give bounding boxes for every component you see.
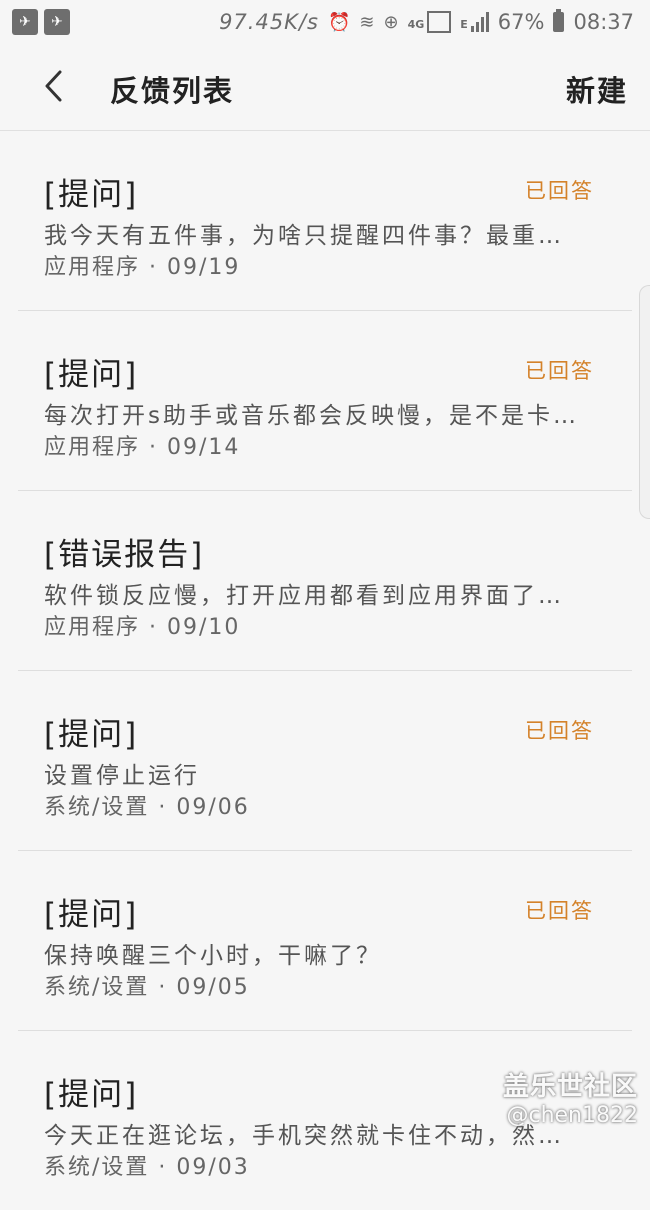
status-badge: 已回答 [525,179,594,203]
feedback-text: 每次打开s助手或音乐都会反映慢，是不是卡… [44,403,579,429]
feedback-text: 保持唤醒三个小时，干嘛了？ [44,943,382,969]
feedback-meta: 应用程序 · 09/19 [44,255,241,280]
feedback-text: 我今天有五件事，为啥只提醒四件事？最重… [44,223,564,249]
alarm-icon: ⏰ [327,11,351,33]
feedback-text: 软件锁反应慢，打开应用都看到应用界面了… [44,583,564,609]
feedback-meta: 应用程序 · 09/14 [44,435,241,460]
globe-icon: ⊕ [383,11,399,33]
network-type-4g: 4G [407,18,425,31]
feedback-item[interactable]: [提问] 已回答 设置停止运行 系统/设置 · 09/06 [18,671,632,851]
wifi-icon: ≋ [359,11,375,33]
feedback-item[interactable]: [提问] 已回答 每次打开s助手或音乐都会反映慢，是不是卡… 应用程序 · 09… [18,311,632,491]
feedback-meta: 应用程序 · 09/10 [44,615,241,640]
watermark-site: 盖乐世社区 [502,1072,638,1102]
new-feedback-button[interactable]: 新建 [566,68,628,110]
feedback-type: [提问] [44,357,139,393]
feedback-type: [提问] [44,177,139,213]
signal-icon [427,11,452,33]
clock: 08:37 [573,10,634,34]
notification-bird-icon: ✈ [12,9,38,35]
notification-bird-icon: ✈ [44,9,70,35]
feedback-type: [提问] [44,1077,139,1113]
network-type-e: E [460,18,468,31]
status-badge: 已回答 [525,899,594,923]
feedback-item[interactable]: [错误报告] 软件锁反应慢，打开应用都看到应用界面了… 应用程序 · 09/10 [18,491,632,671]
feedback-type: [提问] [44,717,139,753]
watermark-user: @chen1822 [506,1103,638,1128]
feedback-item[interactable]: [提问] 已回答 保持唤醒三个小时，干嘛了？ 系统/设置 · 09/05 [18,851,632,1031]
watermark: 盖乐世社区 @chen1822 [503,1066,638,1128]
network-speed: 97.45K/s [219,10,319,34]
feedback-item[interactable]: [提问] 已回答 我今天有五件事，为啥只提醒四件事？最重… 应用程序 · 09/… [18,131,632,311]
feedback-meta: 系统/设置 · 09/03 [44,1155,250,1180]
app-bar: 反馈列表 新建 [0,44,650,131]
status-bar: ✈ ✈ 97.45K/s ⏰ ≋ ⊕ 4G E 67% 08:37 [0,0,650,44]
battery-percent: 67% [497,10,545,34]
feedback-meta: 系统/设置 · 09/06 [44,795,250,820]
signal-strength-icon [470,12,489,32]
back-button[interactable] [34,64,74,108]
scroll-handle[interactable] [639,285,650,519]
status-badge: 已回答 [525,719,594,743]
battery-icon [553,9,565,32]
back-arrow-icon [45,70,62,102]
status-badge: 已回答 [525,359,594,383]
feedback-type: [提问] [44,897,139,933]
feedback-type: [错误报告] [44,537,205,573]
feedback-meta: 系统/设置 · 09/05 [44,975,250,1000]
feedback-list: [提问] 已回答 我今天有五件事，为啥只提醒四件事？最重… 应用程序 · 09/… [0,131,650,1210]
page-title: 反馈列表 [110,74,235,108]
feedback-text: 设置停止运行 [44,763,200,789]
